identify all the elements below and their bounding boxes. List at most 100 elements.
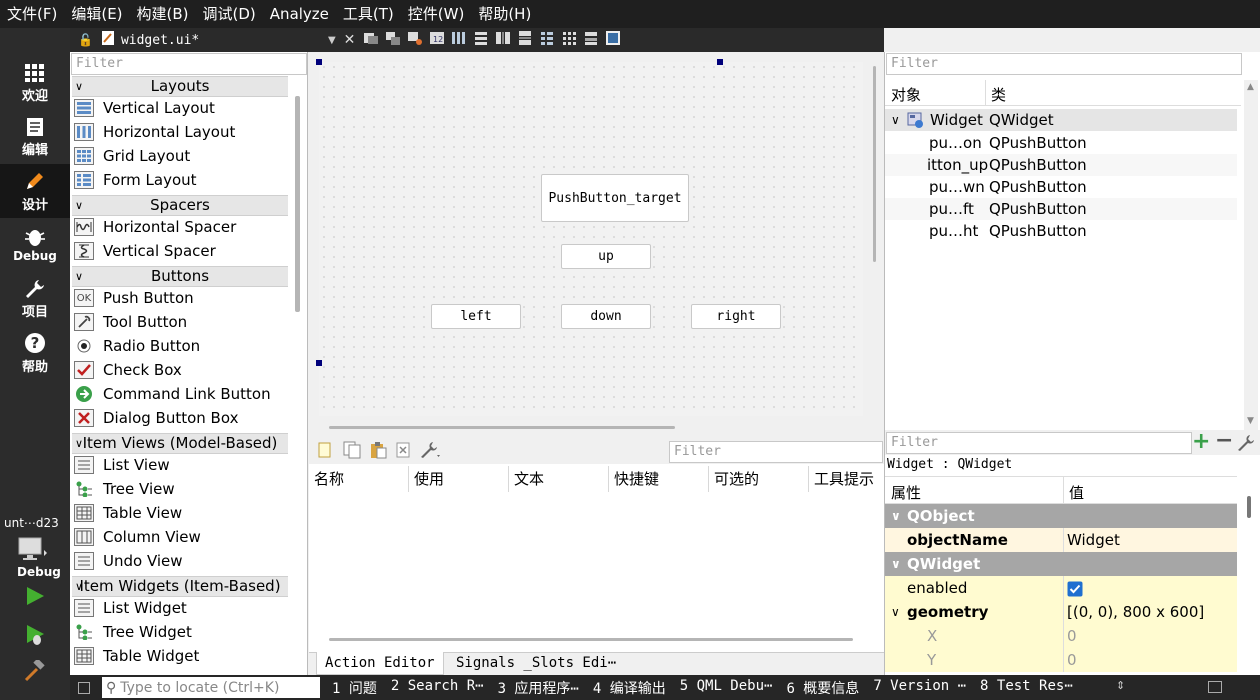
widget-item-table-view[interactable]: Table View: [74, 501, 182, 525]
pushbutton-right[interactable]: right: [691, 304, 781, 329]
header-value[interactable]: 值: [1069, 482, 1084, 503]
column-header-used[interactable]: 使用: [409, 466, 509, 492]
property-row-enabled[interactable]: enabled: [885, 576, 1237, 600]
property-row-geometry[interactable]: ∨ geometry [(0, 0), 800 x 600]: [885, 600, 1237, 624]
open-file-name[interactable]: widget.ui*: [121, 33, 326, 48]
widget-item-dialog-button-box[interactable]: Dialog Button Box: [74, 406, 238, 430]
mode-design[interactable]: 设计: [0, 164, 70, 218]
configure-property-icon[interactable]: [1237, 434, 1255, 456]
widget-item-tool-button[interactable]: Tool Button: [74, 310, 187, 334]
break-layout-icon[interactable]: [583, 30, 599, 50]
menu-debug[interactable]: 调试(D): [196, 0, 263, 28]
column-header-text[interactable]: 文本: [509, 466, 609, 492]
scroll-up-icon[interactable]: ▲: [1247, 82, 1254, 92]
object-filter-input[interactable]: Filter: [886, 53, 1242, 75]
property-row-objectname[interactable]: objectName Widget: [885, 528, 1237, 552]
configure-action-icon[interactable]: [419, 441, 441, 463]
chevron-down-icon[interactable]: ∨: [891, 600, 900, 624]
run-button[interactable]: [24, 585, 46, 611]
edit-tab-order-icon[interactable]: 12: [429, 30, 445, 50]
property-filter-input[interactable]: Filter: [886, 432, 1192, 454]
widget-item-horizontal-spacer[interactable]: Horizontal Spacer: [74, 215, 236, 239]
widget-item-table-widget[interactable]: Table Widget: [74, 644, 199, 668]
output-tab-compile-output[interactable]: 4 编译输出: [593, 678, 666, 698]
copy-action-icon[interactable]: [343, 441, 361, 463]
layout-grid-icon[interactable]: [561, 30, 577, 50]
object-tree-root[interactable]: ∨ Widget QWidget: [885, 109, 1237, 131]
menu-edit[interactable]: 编辑(E): [64, 0, 129, 28]
remove-property-icon[interactable]: −: [1215, 428, 1233, 453]
output-tab-issues[interactable]: 1 问题: [332, 678, 377, 698]
object-tree-row[interactable]: pu…wn QPushButton: [885, 176, 1237, 198]
layout-vertical-icon[interactable]: [473, 30, 489, 50]
widget-item-vertical-layout[interactable]: Vertical Layout: [74, 96, 215, 120]
object-tree-row[interactable]: pu…on QPushButton: [885, 132, 1237, 154]
chevron-down-icon[interactable]: ∨: [891, 109, 900, 131]
category-item-widgets[interactable]: ∨ Item Widgets (Item-Based): [72, 576, 288, 597]
object-inspector-scrollbar[interactable]: ▲ ▼: [1244, 80, 1258, 430]
chevron-updown-icon[interactable]: ⇕: [1116, 679, 1125, 692]
widget-item-horizontal-layout[interactable]: Horizontal Layout: [74, 120, 235, 144]
action-h-scrollbar[interactable]: [329, 638, 853, 641]
toggle-output-icon[interactable]: [1208, 681, 1222, 693]
canvas-h-scrollbar[interactable]: [329, 426, 675, 429]
chevron-down-icon[interactable]: ▼: [328, 35, 336, 46]
column-header-shortcut[interactable]: 快捷键: [609, 466, 709, 492]
menu-help[interactable]: 帮助(H): [471, 0, 538, 28]
menu-build[interactable]: 构建(B): [130, 0, 196, 28]
column-header-name[interactable]: 名称: [309, 466, 409, 492]
widget-item-tree-view[interactable]: Tree View: [74, 477, 175, 501]
layout-splitter-h-icon[interactable]: [495, 30, 511, 50]
selection-handle[interactable]: [717, 59, 723, 65]
output-tab-app-output[interactable]: 3 应用程序⋯: [498, 678, 579, 698]
add-property-icon[interactable]: +: [1192, 429, 1210, 454]
property-row-y[interactable]: Y 0: [885, 648, 1237, 672]
category-spacers[interactable]: ∨ Spacers: [72, 195, 288, 216]
tab-action-editor[interactable]: Action Editor: [316, 652, 444, 675]
widget-item-radio-button[interactable]: Radio Button: [74, 334, 200, 358]
kit-selector[interactable]: unt⋯d23 Debug: [4, 516, 68, 579]
property-group-qwidget[interactable]: ∨ QWidget: [885, 552, 1237, 576]
scroll-down-icon[interactable]: ▼: [1247, 416, 1254, 426]
widget-item-command-link-button[interactable]: Command Link Button: [74, 382, 271, 406]
property-value[interactable]: 0: [1067, 648, 1077, 672]
form-canvas[interactable]: PushButton_target up left down right: [319, 62, 863, 416]
menu-widgets[interactable]: 控件(W): [401, 0, 472, 28]
canvas-v-scrollbar[interactable]: [873, 66, 876, 262]
menu-file[interactable]: 文件(F): [0, 0, 64, 28]
widget-item-vertical-spacer[interactable]: Vertical Spacer: [74, 239, 216, 263]
widget-item-column-view[interactable]: Column View: [74, 525, 201, 549]
edit-widgets-icon[interactable]: [363, 30, 379, 50]
output-tab-version-control[interactable]: 7 Version ⋯: [873, 678, 966, 698]
mode-welcome[interactable]: 欢迎: [0, 56, 70, 110]
column-header-tooltip[interactable]: 工具提示: [809, 466, 884, 492]
header-class[interactable]: 类: [991, 84, 1006, 105]
layout-form-icon[interactable]: [539, 30, 555, 50]
adjust-size-icon[interactable]: [605, 30, 621, 50]
widget-box-scrollbar[interactable]: [295, 96, 300, 312]
widget-item-tree-widget[interactable]: Tree Widget: [74, 620, 192, 644]
object-tree-row[interactable]: pu…ht QPushButton: [885, 220, 1237, 242]
edit-buddies-icon[interactable]: [407, 30, 423, 50]
close-icon[interactable]: ✕: [344, 32, 356, 48]
header-object[interactable]: 对象: [891, 84, 921, 105]
delete-action-icon[interactable]: [395, 441, 411, 463]
pushbutton-left[interactable]: left: [431, 304, 521, 329]
widget-filter-input[interactable]: Filter: [71, 53, 307, 75]
selection-handle[interactable]: [316, 59, 322, 65]
output-tab-test-results[interactable]: 8 Test Res⋯: [980, 678, 1073, 698]
locator-input[interactable]: ⚲ Type to locate (Ctrl+K): [102, 677, 320, 698]
selection-handle[interactable]: [316, 360, 322, 366]
widget-item-check-box[interactable]: Check Box: [74, 358, 182, 382]
category-buttons[interactable]: ∨ Buttons: [72, 266, 288, 287]
paste-action-icon[interactable]: [369, 441, 387, 463]
property-group-qobject[interactable]: ∨ QObject: [885, 504, 1237, 528]
layout-horizontal-icon[interactable]: [451, 30, 467, 50]
menu-analyze[interactable]: Analyze: [263, 0, 336, 28]
output-tab-search[interactable]: 2 Search R⋯: [391, 678, 484, 698]
mode-projects[interactable]: 项目: [0, 272, 70, 326]
category-layouts[interactable]: ∨ Layouts: [72, 76, 288, 97]
widget-item-undo-view[interactable]: Undo View: [74, 549, 183, 573]
mode-help[interactable]: ? 帮助: [0, 326, 70, 380]
header-property[interactable]: 属性: [891, 482, 921, 503]
